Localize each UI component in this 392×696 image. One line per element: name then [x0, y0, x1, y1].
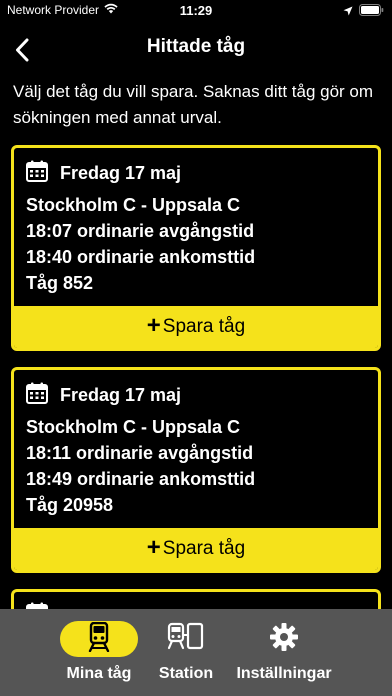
tab-icon-wrap [147, 621, 225, 657]
save-train-button[interactable]: + Spara tåg [14, 528, 378, 570]
battery-icon [359, 4, 384, 19]
tab-mina-tag[interactable]: Mina tåg [60, 609, 138, 696]
card-route: Stockholm C - Uppsala C [26, 195, 241, 215]
plus-icon: + [146, 534, 161, 561]
tab-icon-wrap [245, 621, 323, 657]
card-arrival: 18:49 ordinarie ankomsttid [26, 469, 256, 489]
tab-station[interactable]: Station [147, 609, 225, 696]
calendar-icon [26, 382, 48, 409]
save-train-label: Spara tåg [162, 316, 246, 337]
card-departure: 18:07 ordinarie avgångstid [26, 221, 255, 241]
save-train-label: Spara tåg [162, 538, 246, 559]
save-train-button[interactable]: + Spara tåg [14, 306, 378, 348]
card-route: Stockholm C - Uppsala C [26, 417, 241, 437]
tab-label: Station [158, 665, 214, 682]
status-right [343, 4, 384, 19]
train-card: Fredag 17 maj Stockholm C - Uppsala C 18… [11, 145, 381, 351]
card-date-row: Fredag 17 maj [26, 382, 181, 409]
card-details: Stockholm C - Uppsala C 18:07 ordinarie … [26, 192, 255, 296]
card-arrival: 18:40 ordinarie ankomsttid [26, 247, 256, 267]
card-departure: 18:11 ordinarie avgångstid [26, 443, 254, 463]
card-date-row: Fredag 17 maj [26, 160, 181, 187]
plus-icon: + [146, 312, 161, 339]
tab-bar: Mina tåg Station Inställningar [0, 609, 392, 696]
tab-icon-highlight [60, 621, 138, 657]
train-icon [88, 621, 110, 657]
nav-bar: Hittade tåg [0, 30, 392, 70]
intro-text: Välj det tåg du vill spara. Saknas ditt … [13, 82, 374, 127]
gear-icon [269, 622, 299, 657]
status-time: 11:29 [179, 3, 213, 18]
train-card: Fredag 17 maj Stockholm C - Uppsala C 18… [11, 367, 381, 573]
card-train-number: Tåg 852 [26, 273, 94, 293]
status-bar: Network Provider 11:29 [0, 0, 392, 22]
station-icon [167, 622, 205, 657]
card-train-number: Tåg 20958 [26, 495, 114, 515]
calendar-icon [26, 160, 48, 187]
card-date: Fredag 17 maj [60, 163, 182, 183]
tab-label: Inställningar [236, 665, 332, 682]
tab-installningar[interactable]: Inställningar [232, 609, 336, 696]
card-details: Stockholm C - Uppsala C 18:11 ordinarie … [26, 414, 255, 518]
page-title: Hittade tåg [146, 36, 246, 57]
tab-label: Mina tåg [66, 665, 132, 682]
location-arrow-icon [343, 5, 353, 19]
card-date: Fredag 17 maj [60, 385, 182, 405]
